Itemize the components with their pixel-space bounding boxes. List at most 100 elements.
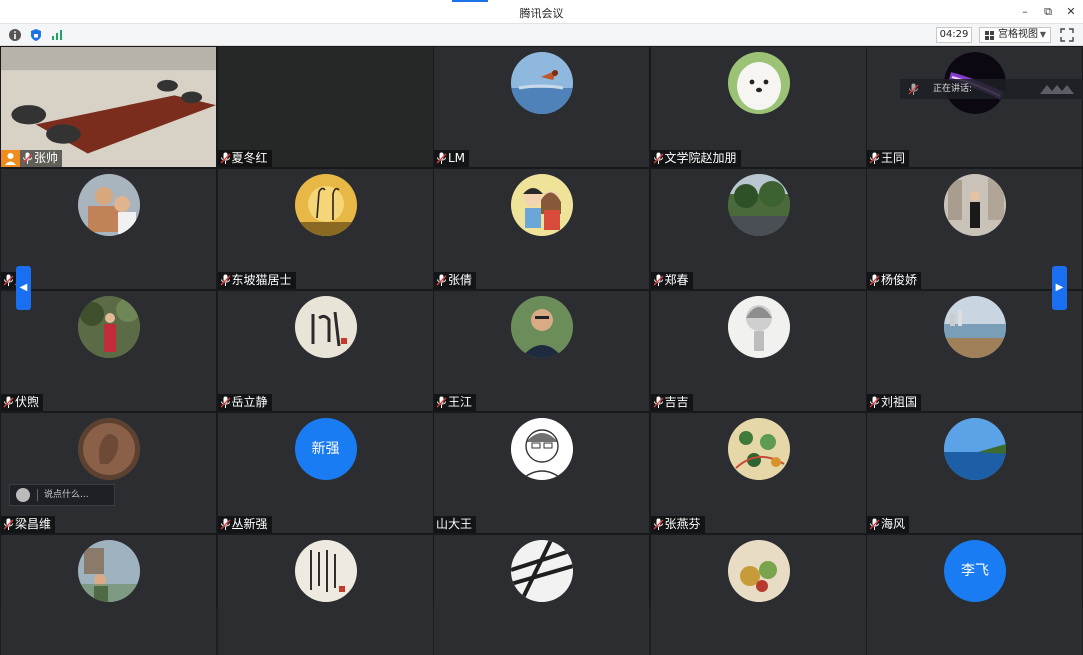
participant-name: 王江 (448, 395, 473, 409)
avatar (944, 174, 1006, 236)
participant-nametag: 岳立静 (217, 394, 272, 411)
avatar (78, 296, 140, 358)
meeting-timer: 04:29 (936, 27, 972, 43)
participant-tile[interactable]: 周 (1, 169, 216, 289)
participant-tile[interactable]: LM (434, 47, 649, 167)
participant-nametag: 伏煦 (1, 394, 44, 411)
participant-nametag: 郑春 (650, 272, 693, 289)
participant-tile[interactable] (434, 535, 649, 655)
microphone-muted-icon (653, 274, 663, 286)
participant-tile[interactable]: 刘祖国 (867, 291, 1082, 411)
participant-name: 文学院赵加朋 (664, 151, 737, 165)
participant-name: 海风 (881, 517, 906, 531)
participant-tile[interactable]: 新强丛新强 (217, 413, 433, 533)
participant-nametag: 刘祖国 (867, 394, 922, 411)
participant-name: 山大王 (436, 517, 473, 531)
chat-input[interactable]: 说点什么... (9, 484, 115, 506)
avatar (294, 540, 357, 602)
participant-tile[interactable]: 山大王 (434, 413, 649, 533)
chevron-down-icon: ▼ (1039, 30, 1046, 39)
participant-nametag: 王江 (434, 394, 477, 411)
title-bar: 腾讯会议 – ⧉ ✕ (0, 0, 1083, 24)
emoji-icon[interactable] (16, 488, 30, 502)
avatar (944, 418, 1006, 480)
chat-divider (37, 489, 38, 501)
title-accent (452, 0, 488, 2)
participant-tile[interactable] (1, 535, 216, 655)
avatar (727, 52, 790, 114)
participant-name: LM (448, 151, 466, 165)
video-feed (217, 47, 433, 167)
microphone-muted-icon (436, 152, 447, 164)
participant-nametag: 海风 (867, 516, 910, 533)
participant-nametag: 吉吉 (650, 394, 693, 411)
microphone-muted-icon (653, 396, 663, 408)
prev-page-button[interactable]: ◀ (16, 266, 31, 310)
participant-name: 丛新强 (231, 517, 268, 531)
participant-nametag: 梁昌维 (1, 516, 56, 533)
participant-tile[interactable]: 东坡猫居士 (217, 169, 433, 289)
speaking-label: 正在讲话: (933, 84, 973, 94)
text-avatar: 新强 (294, 418, 357, 480)
participant-tile[interactable] (650, 535, 866, 655)
microphone-muted-icon (869, 152, 880, 164)
video-feed (1, 47, 216, 167)
avatar (727, 296, 790, 358)
participant-tile[interactable]: 文学院赵加朋 (650, 47, 866, 167)
participant-tile[interactable]: 李飞 (867, 535, 1082, 655)
avatar (727, 174, 790, 236)
meeting-toolbar: 04:29 宫格视图 ▼ (0, 24, 1083, 46)
participant-tile[interactable]: 伏煦 (1, 291, 216, 411)
avatar (727, 540, 790, 602)
microphone-muted-icon (3, 396, 14, 408)
participant-name: 杨俊娇 (881, 273, 918, 287)
participant-name: 刘祖国 (881, 395, 918, 409)
participant-tile[interactable]: 郑春 (650, 169, 866, 289)
participant-nametag: 山大王 (434, 516, 477, 533)
avatar (511, 52, 573, 114)
participant-tile[interactable]: 王同 (867, 47, 1082, 167)
text-avatar: 李飞 (944, 540, 1006, 602)
microphone-muted-icon (220, 152, 230, 164)
microphone-muted-icon (869, 518, 880, 530)
view-mode-button[interactable]: 宫格视图 ▼ (979, 27, 1051, 43)
avatar (78, 540, 140, 602)
participant-nametag: 文学院赵加朋 (650, 150, 741, 167)
participant-tile[interactable]: 张燕芬 (650, 413, 866, 533)
participant-tile[interactable]: 吉吉 (650, 291, 866, 411)
participant-tile[interactable]: 海风 (867, 413, 1082, 533)
fullscreen-icon[interactable] (1060, 28, 1074, 42)
participant-tile[interactable]: 夏冬红 (217, 47, 433, 167)
avatar (294, 174, 357, 236)
speaking-indicator: 正在讲话: (900, 79, 1083, 99)
signal-icon[interactable] (50, 28, 64, 42)
shield-icon[interactable] (29, 28, 43, 42)
microphone-muted-icon (220, 274, 230, 286)
chat-placeholder: 说点什么... (44, 490, 89, 500)
microphone-muted-icon (436, 396, 447, 408)
participant-name: 吉吉 (664, 395, 689, 409)
participant-name: 梁昌维 (15, 517, 52, 531)
participant-tile[interactable] (217, 535, 433, 655)
microphone-muted-icon (869, 274, 880, 286)
participant-tile[interactable]: 梁昌维 (1, 413, 216, 533)
restore-icon[interactable]: ⧉ (1037, 3, 1059, 21)
participant-nametag: 张倩 (434, 272, 477, 289)
host-icon (1, 150, 20, 167)
participant-tile[interactable]: 岳立静 (217, 291, 433, 411)
participant-name: 张倩 (448, 273, 473, 287)
participant-name: 夏冬红 (231, 151, 268, 165)
participant-tile[interactable]: 王江 (434, 291, 649, 411)
participant-tile[interactable]: 杨俊娇 (867, 169, 1082, 289)
participant-tile[interactable]: 张帅 (1, 47, 216, 167)
avatar (944, 296, 1006, 358)
close-icon[interactable]: ✕ (1060, 3, 1082, 21)
microphone-muted-icon (436, 274, 447, 286)
microphone-muted-icon (22, 152, 33, 164)
avatar (294, 296, 357, 358)
info-icon[interactable] (8, 28, 22, 42)
participant-name: 岳立静 (231, 395, 268, 409)
next-page-button[interactable]: ▶ (1052, 266, 1067, 310)
minimize-icon[interactable]: – (1014, 3, 1036, 21)
participant-tile[interactable]: 张倩 (434, 169, 649, 289)
